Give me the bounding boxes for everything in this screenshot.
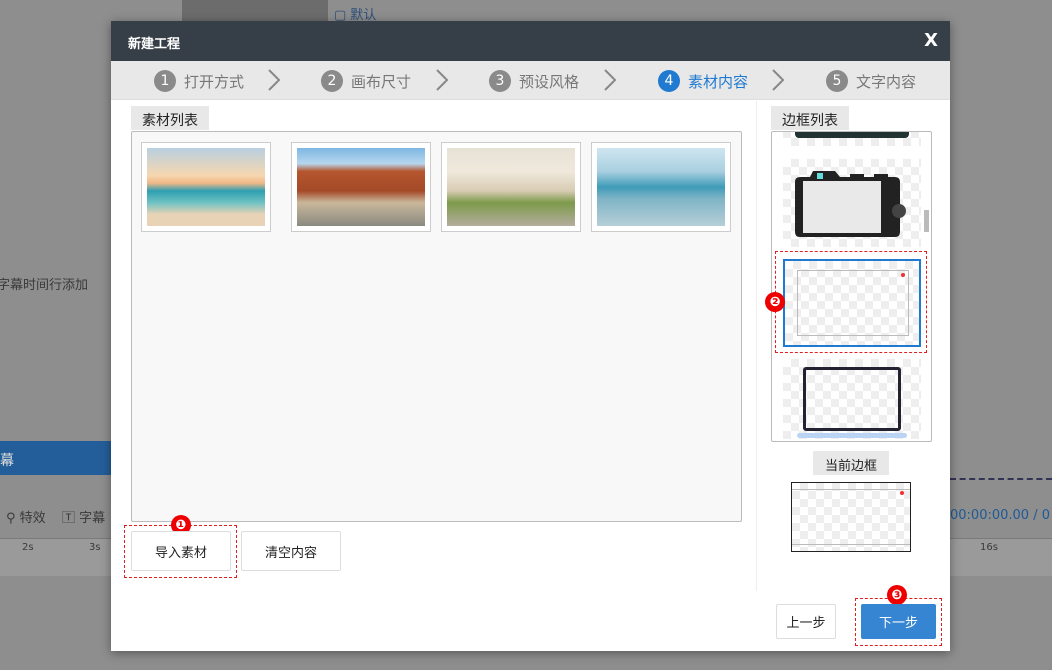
- thumbnail-image: [597, 148, 725, 226]
- new-project-dialog: 新建工程 X 1 打开方式 2 画布尺寸 3 预设风格 4 素材内容 5 文字内容 素材列…: [111, 21, 950, 651]
- effects-label: 特效: [19, 511, 46, 526]
- prev-step-button[interactable]: 上一步: [776, 604, 836, 639]
- step-preset-style[interactable]: 3 预设风格: [489, 70, 579, 92]
- wizard-steps: 1 打开方式 2 画布尺寸 3 预设风格 4 素材内容 5 文字内容: [111, 61, 950, 100]
- current-frame-preview: [791, 482, 911, 552]
- record-dot: [900, 491, 904, 495]
- step-text-content[interactable]: 5 文字内容: [826, 70, 916, 92]
- thumbnail-image: [147, 148, 265, 226]
- step-number: 2: [321, 70, 343, 92]
- thumbnail-image: [447, 148, 575, 226]
- timeline-marker: [950, 478, 1052, 481]
- material-thumb-desert-road[interactable]: [291, 142, 431, 232]
- tick: 2s: [22, 542, 34, 553]
- chevron-right-icon: [436, 69, 449, 91]
- highlight-frame: [775, 251, 927, 353]
- tick: 16s: [980, 542, 998, 553]
- current-frame-label: 当前边框: [813, 451, 889, 475]
- frame-line: [792, 489, 910, 490]
- camera-frame-icon: [795, 171, 906, 237]
- dialog-header: 新建工程 X: [111, 21, 950, 61]
- subtitle-tab[interactable]: 幕: [0, 441, 111, 475]
- material-thumb-beach-books[interactable]: [591, 142, 731, 232]
- frame-item-dark[interactable]: [783, 132, 921, 146]
- subtitle-tab-label: 幕: [0, 453, 14, 469]
- step-label: 素材内容: [688, 72, 749, 91]
- dialog-title: 新建工程: [128, 37, 181, 52]
- tick: 3s: [89, 542, 101, 553]
- step-number: 1: [154, 70, 176, 92]
- import-material-button[interactable]: 导入素材: [131, 531, 231, 571]
- close-icon[interactable]: X: [924, 30, 938, 51]
- time-display: 00:00:00.00 / 0: [950, 508, 1050, 523]
- step-number: 5: [826, 70, 848, 92]
- laptop-base: [797, 433, 907, 438]
- step-open-method[interactable]: 1 打开方式: [154, 70, 244, 92]
- step-badge-3: ❸: [887, 585, 907, 605]
- hint-text: 从字幕时间行添加: [0, 278, 89, 293]
- subtitle-label: 字幕: [79, 511, 106, 526]
- step-badge-2: ❷: [765, 292, 785, 312]
- subtitle-button[interactable]: 🅃 字幕: [62, 507, 105, 526]
- frame-list-label: 边框列表: [771, 106, 849, 130]
- step-label: 预设风格: [519, 72, 580, 91]
- next-step-button[interactable]: 下一步: [861, 604, 936, 639]
- thumbnail-image: [297, 148, 425, 226]
- effects-button[interactable]: ⚲ 特效: [6, 507, 46, 526]
- chevron-right-icon: [268, 69, 281, 91]
- laptop-frame-preview: [803, 367, 901, 431]
- step-canvas-size[interactable]: 2 画布尺寸: [321, 70, 411, 92]
- step-material-content[interactable]: 4 素材内容: [658, 70, 748, 92]
- material-list-label: 素材列表: [131, 106, 209, 130]
- clear-content-button[interactable]: 清空内容: [241, 531, 341, 571]
- frame-item-laptop[interactable]: [783, 359, 921, 439]
- material-thumb-beach-sunset[interactable]: [141, 142, 271, 232]
- frame-item-camera[interactable]: [783, 159, 921, 247]
- chevron-right-icon: [772, 69, 785, 91]
- material-thumb-palace[interactable]: [441, 142, 581, 232]
- divider: [756, 101, 757, 591]
- frame-preview: [795, 132, 909, 138]
- step-label: 打开方式: [184, 72, 245, 91]
- step-number: 4: [658, 70, 680, 92]
- chevron-right-icon: [604, 69, 617, 91]
- step-label: 文字内容: [856, 72, 917, 91]
- scrollbar-thumb[interactable]: [924, 210, 929, 232]
- step-number: 3: [489, 70, 511, 92]
- material-list: [131, 131, 742, 522]
- bg-panel: [182, 0, 328, 21]
- frame-line: [792, 544, 910, 545]
- step-label: 画布尺寸: [351, 72, 412, 91]
